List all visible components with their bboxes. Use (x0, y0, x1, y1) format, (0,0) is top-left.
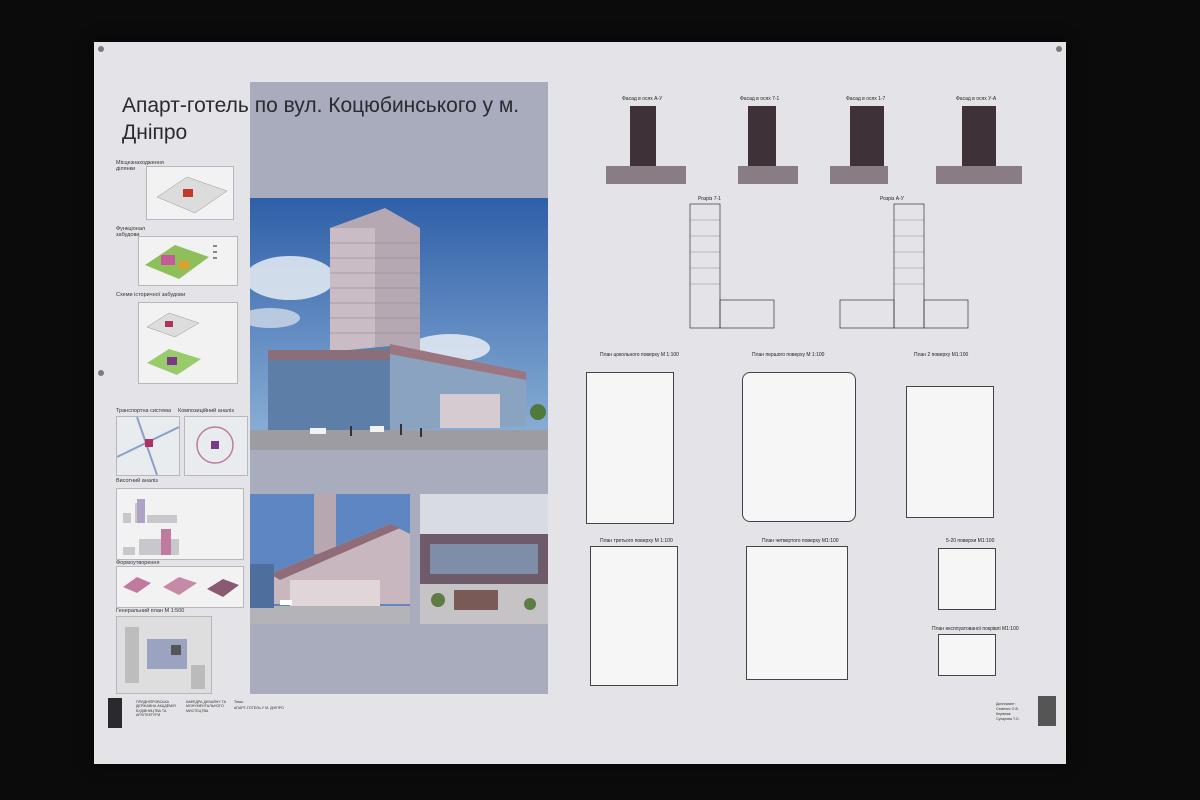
plan-title: 5-20 поверхи М1:100 (946, 538, 995, 544)
page-title: Апарт-готель по вул. Коцюбинського у м. … (122, 94, 520, 144)
floor-plan (586, 372, 674, 524)
main-render (250, 198, 548, 450)
section-drawings (689, 203, 969, 329)
plan-title: План першого поверху М 1:100 (752, 352, 825, 358)
facade-drawings (606, 106, 1022, 184)
academy-logo (108, 698, 122, 728)
institution-name: ПРИДНІПРОВСЬКА ДЕРЖАВНА АКАДЕМІЯ БУДІВНИ… (136, 700, 176, 718)
supervisor-label: Керівник: (996, 712, 1012, 716)
diagram-label: Генеральний план М 1:500 (116, 608, 185, 614)
courtyard-render (420, 494, 548, 624)
supervisor-name: Сухарова Т.О. (996, 717, 1020, 721)
height-analysis-diagram (116, 488, 244, 560)
floor-plan (906, 386, 994, 518)
plan-title: План цокольного поверху М 1:100 (600, 352, 679, 358)
floor-plan (938, 548, 996, 610)
street-render (250, 494, 410, 624)
poster-sheet: Апарт-готель по вул. Коцюбинського у м. … (94, 42, 1066, 764)
project-label: Тема: (234, 700, 244, 704)
transport-diagram (116, 416, 180, 476)
composition-diagram (184, 416, 248, 476)
floor-plan (938, 634, 996, 676)
author-photo (1038, 696, 1056, 726)
floor-plan (590, 546, 678, 686)
function-diagram (138, 236, 238, 286)
pin-top-right (1056, 46, 1062, 52)
master-plan (116, 616, 212, 694)
floor-plan (742, 372, 856, 522)
plan-title: План четвертого поверху М1:100 (762, 538, 839, 544)
floor-plan (746, 546, 848, 680)
form-diagram (116, 566, 244, 608)
plan-title: План третього поверху М 1:100 (600, 538, 673, 544)
historic-buildings-diagram (138, 302, 238, 384)
plan-title: План 2 поверху М1:100 (914, 352, 969, 358)
project-name: АПАРТ-ГОТЕЛЬ У М. ДНІПРО (234, 706, 284, 710)
authors-label: Дипломант: (996, 702, 1016, 706)
diagram-label: Схеми історичної забудови (116, 292, 186, 298)
plan-title: План експлуатованої покрівлі М1:100 (932, 626, 1019, 632)
author-name: Семенко О.В. (996, 707, 1019, 711)
diagram-label: Композиційний аналіз (178, 408, 234, 414)
title-block: ПРИДНІПРОВСЬКА ДЕРЖАВНА АКАДЕМІЯ БУДІВНИ… (94, 694, 1066, 734)
pin-left (98, 370, 104, 376)
diagram-label: Транспортна система (116, 408, 172, 414)
department-name: КАФЕДРА ДИЗАЙНУ ТА МОНУМЕНТАЛЬНОГО МИСТЕ… (186, 700, 227, 713)
pin-top-left (98, 46, 104, 52)
diagram-label: Висотний аналіз (116, 478, 158, 484)
site-location-diagram (146, 166, 234, 220)
